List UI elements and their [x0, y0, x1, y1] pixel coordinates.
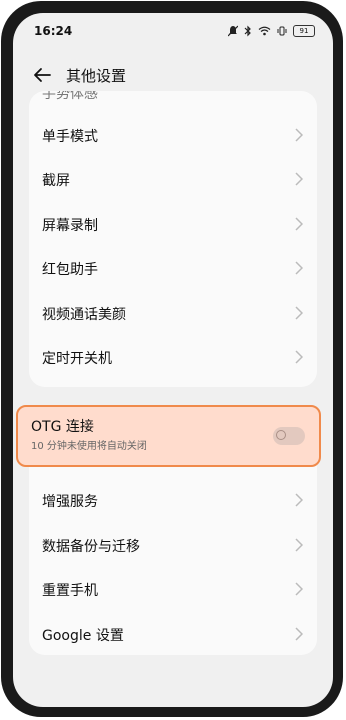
chevron-right-icon	[295, 493, 303, 507]
bluetooth-icon	[244, 25, 251, 37]
otg-subtitle: 10 分钟未使用将自动关闭	[31, 441, 147, 452]
chevron-right-icon	[295, 306, 303, 320]
status-time: 16:24	[34, 24, 73, 38]
status-bar: 16:24 91	[13, 13, 333, 49]
list-item-label: 屏幕录制	[42, 218, 98, 234]
list-item-scheduled-power[interactable]: 定时开关机	[29, 335, 317, 379]
list-item-label: Google 设置	[42, 628, 124, 644]
otg-toggle[interactable]	[273, 427, 305, 445]
list-item-video-call-beauty[interactable]: 视频通话美颜	[29, 291, 317, 335]
chevron-right-icon	[295, 217, 303, 231]
page-title: 其他设置	[66, 67, 127, 85]
list-item-partial[interactable]: 手势体感	[29, 91, 317, 111]
status-icons: 91	[228, 24, 315, 38]
otg-connection-row[interactable]: OTG 连接 10 分钟未使用将自动关闭	[16, 405, 321, 467]
list-item-screenshot[interactable]: 截屏	[29, 157, 317, 201]
list-item-one-hand-mode[interactable]: 单手模式	[29, 113, 317, 157]
list-item-google-settings[interactable]: Google 设置	[29, 612, 317, 656]
chevron-right-icon	[295, 128, 303, 142]
list-item-reset-phone[interactable]: 重置手机	[29, 567, 317, 611]
chevron-right-icon	[295, 582, 303, 596]
list-item-label: 增强服务	[42, 494, 98, 510]
battery-icon: 91	[293, 25, 315, 37]
list-item-label: 定时开关机	[42, 351, 112, 367]
chevron-right-icon	[295, 261, 303, 275]
wifi-icon	[258, 26, 271, 36]
back-arrow-icon[interactable]	[31, 63, 53, 87]
chevron-right-icon	[295, 172, 303, 186]
list-item-label: 手势体感	[42, 91, 98, 102]
list-item-red-packet-assistant[interactable]: 红包助手	[29, 246, 317, 290]
otg-label: OTG 连接	[31, 419, 94, 435]
vibrate-icon	[277, 26, 287, 36]
list-item-enhanced-service[interactable]: 增强服务	[29, 478, 317, 522]
chevron-right-icon	[295, 627, 303, 641]
list-item-label: 重置手机	[42, 583, 98, 599]
settings-card-top: 手势体感 单手模式 截屏 屏幕录制 红包助手 视频通话美颜 定时开关机	[29, 91, 317, 387]
list-item-label: 红包助手	[42, 262, 98, 278]
screen: 16:24 91 其他设置 手势体感 单手模式 截屏 屏幕录制 红包助手 视频通…	[13, 13, 333, 707]
list-item-screen-recording[interactable]: 屏幕录制	[29, 202, 317, 246]
list-item-label: 数据备份与迁移	[42, 539, 140, 555]
chevron-right-icon	[295, 538, 303, 552]
list-item-label: 视频通话美颜	[42, 307, 126, 323]
chevron-right-icon	[295, 350, 303, 364]
toggle-knob	[276, 430, 286, 440]
list-item-label: 截屏	[42, 173, 70, 189]
header: 其他设置	[13, 63, 333, 87]
list-item-label: 单手模式	[42, 129, 98, 145]
list-item-backup-migrate[interactable]: 数据备份与迁移	[29, 523, 317, 567]
mute-icon	[228, 25, 238, 37]
